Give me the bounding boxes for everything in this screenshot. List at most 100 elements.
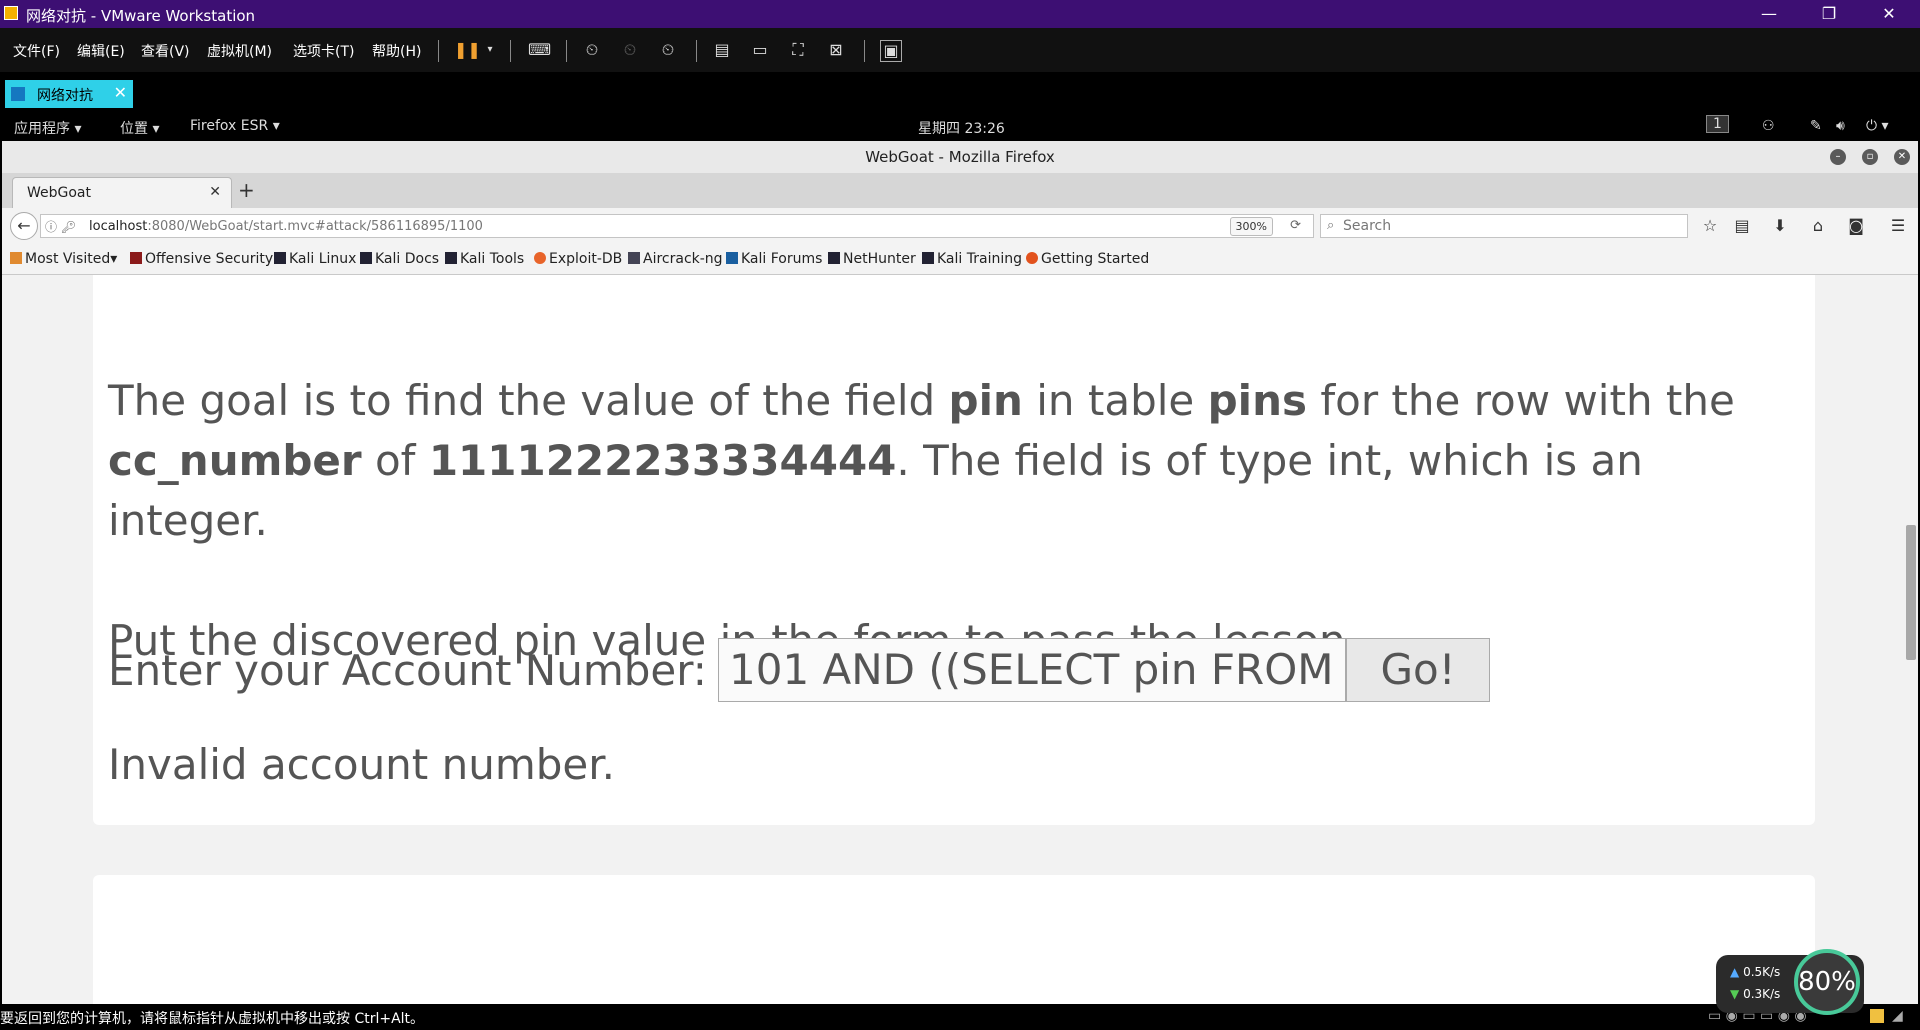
bookmark-most-visited[interactable]: Most Visited▾ [10, 251, 117, 267]
unity-icon[interactable]: ⊠ [826, 40, 846, 60]
lesson-goal-line-3: integer. [108, 496, 268, 545]
thumbnail-icon[interactable]: ▭ [750, 40, 770, 60]
navigation-bar: ← ⓘ 🔑︎ localhost:8080/WebGoat/start.mvc#… [2, 208, 1918, 244]
applications-menu[interactable]: 应用程序 ▾ [14, 118, 81, 138]
close-icon[interactable]: ✕ [1894, 149, 1910, 165]
tab-webgoat[interactable]: WebGoat ✕ [12, 177, 232, 209]
dropdown-icon[interactable]: ▾ [480, 40, 500, 60]
vertical-scrollbar[interactable] [1904, 275, 1918, 1004]
vm-tab[interactable]: 网络对抗 ✕ [5, 80, 133, 108]
menu-tabs[interactable]: 选项卡(T) [293, 41, 354, 61]
account-number-label: Enter your Account Number: [108, 646, 707, 695]
vm-tab-strip: 网络对抗 ✕ [0, 72, 1920, 112]
search-input[interactable]: ⌕ Search [1320, 214, 1688, 238]
downloads-icon[interactable]: ⬇ [1770, 216, 1790, 236]
bookmark-kali-linux[interactable]: Kali Linux [274, 251, 356, 267]
bookmark-kali-forums[interactable]: Kali Forums [726, 251, 822, 267]
menu-help[interactable]: 帮助(H) [372, 41, 421, 61]
network-speed-widget[interactable]: ▲ 0.5K/s ▼ 0.3K/s 80% [1716, 949, 1864, 1015]
text: . The field is of type int, which is an [896, 436, 1643, 485]
site-info-icon[interactable]: ⓘ 🔑︎ [45, 218, 76, 235]
close-icon[interactable]: ✕ [1860, 0, 1918, 28]
clock[interactable]: 星期四 23:26 [918, 118, 1005, 138]
bookmark-offensive-security[interactable]: Offensive Security [130, 251, 273, 267]
bookmark-kali-docs[interactable]: Kali Docs [360, 251, 439, 267]
reading-list-icon[interactable]: ▤ [1732, 216, 1752, 236]
snapshot-manager-icon[interactable]: ⏲ [658, 40, 678, 60]
firefox-app-menu[interactable]: Firefox ESR ▾ [190, 118, 280, 134]
pen-icon[interactable]: ✎ [1810, 118, 1822, 134]
bookmark-label: Offensive Security [145, 251, 274, 267]
bookmark-aircrack-ng[interactable]: Aircrack-ng [628, 251, 723, 267]
upload-speed-value: 0.5K/s [1743, 965, 1781, 979]
vmware-menu-bar: 文件(F) 编辑(E) 查看(V) 虚拟机(M) 选项卡(T) 帮助(H) ❚❚… [0, 28, 1920, 72]
download-arrow-icon: ▼ [1730, 987, 1740, 1001]
volume-icon[interactable]: 🔊︎ [1836, 118, 1845, 134]
kali-icon [445, 252, 457, 264]
bookmark-nethunter[interactable]: NetHunter [828, 251, 916, 267]
account-number-input[interactable]: 101 AND ((SELECT pin FROM [718, 638, 1346, 702]
workspace-indicator[interactable]: 1 [1706, 115, 1729, 133]
menu-edit[interactable]: 编辑(E) [77, 41, 125, 61]
bookmark-getting-started[interactable]: Getting Started [1026, 251, 1149, 267]
back-icon[interactable]: ← [10, 212, 38, 240]
home-icon[interactable]: ⌂ [1808, 216, 1828, 236]
close-tab-icon[interactable]: ✕ [209, 184, 221, 200]
new-tab-icon[interactable]: + [238, 178, 255, 202]
snapshot-icon[interactable]: ⏲ [582, 40, 602, 60]
toolbar-separator [696, 40, 697, 62]
toolbar-separator [864, 40, 865, 62]
result-message: Invalid account number. [108, 740, 616, 789]
reload-icon[interactable]: ⟳ [1290, 218, 1301, 233]
bookmark-label: Kali Linux [289, 251, 357, 267]
bookmark-label: Kali Training [937, 251, 1022, 267]
bookmark-exploit-db[interactable]: Exploit-DB [534, 251, 622, 267]
upload-speed: ▲ 0.5K/s [1730, 965, 1780, 979]
page-content: The goal is to find the value of the fie… [2, 275, 1918, 1004]
minimize-icon[interactable]: – [1830, 149, 1846, 165]
pause-icon[interactable]: ❚❚ [454, 40, 481, 60]
next-card [93, 875, 1815, 1004]
people-icon[interactable]: ⚇ [1762, 118, 1775, 134]
url-bar[interactable]: ⓘ 🔑︎ localhost:8080/WebGoat/start.mvc#at… [40, 214, 1314, 238]
close-tab-icon[interactable]: ✕ [114, 83, 127, 102]
bookmark-label: Kali Forums [741, 251, 823, 267]
minimize-icon[interactable]: — [1740, 0, 1798, 28]
zoom-indicator[interactable]: 300% [1229, 217, 1273, 236]
bookmark-kali-tools[interactable]: Kali Tools [445, 251, 524, 267]
search-placeholder: Search [1343, 218, 1392, 234]
console-view-icon[interactable]: ▣ [880, 40, 902, 62]
bookmark-star-icon[interactable]: ☆ [1700, 216, 1720, 236]
send-keys-icon[interactable]: ⌨ [528, 40, 551, 60]
restore-icon[interactable]: ❐ [1800, 0, 1858, 28]
bookmark-label: Kali Docs [375, 251, 440, 267]
revert-snapshot-icon[interactable]: ⏲ [620, 40, 640, 60]
status-hint: 要返回到您的计算机，请将鼠标指针从虚拟机中移出或按 Ctrl+Alt。 [0, 1011, 425, 1027]
menu-vm[interactable]: 虚拟机(M) [207, 41, 272, 61]
cc-number: 1111222233334444 [428, 436, 897, 485]
places-menu[interactable]: 位置 ▾ [120, 118, 159, 138]
fullscreen-icon[interactable]: ⛶ [788, 40, 808, 60]
menu-view[interactable]: 查看(V) [141, 41, 190, 61]
message-icon[interactable] [1870, 1009, 1884, 1023]
scrollbar-thumb[interactable] [1906, 525, 1916, 660]
bookmark-kali-training[interactable]: Kali Training [922, 251, 1022, 267]
upload-arrow-icon: ▲ [1730, 965, 1740, 979]
firefox-tab-bar: WebGoat ✕ + [2, 173, 1918, 209]
download-speed: ▼ 0.3K/s [1730, 987, 1780, 1001]
maximize-icon[interactable]: ▫ [1862, 149, 1878, 165]
gnome-top-panel: 应用程序 ▾ 位置 ▾ Firefox ESR ▾ 星期四 23:26 1 ⚇ … [0, 112, 1920, 141]
kali-icon [360, 252, 372, 264]
power-icon[interactable]: ⏻ ▾ [1866, 118, 1889, 134]
library-icon[interactable]: ▤ [712, 40, 732, 60]
lesson-card: The goal is to find the value of the fie… [93, 275, 1815, 825]
pocket-icon[interactable]: ◙ [1846, 216, 1866, 236]
download-speed-value: 0.3K/s [1743, 987, 1781, 1001]
vmware-window-title: 网络对抗 - VMware Workstation [26, 7, 256, 25]
toolbar-separator [438, 40, 439, 62]
memory-gauge: 80% [1794, 949, 1860, 1015]
menu-file[interactable]: 文件(F) [13, 41, 60, 61]
go-button[interactable]: Go! [1346, 638, 1490, 702]
menu-icon[interactable]: ☰ [1888, 216, 1908, 236]
vmware-title-bar: 网络对抗 - VMware Workstation — ❐ ✕ [0, 0, 1920, 28]
